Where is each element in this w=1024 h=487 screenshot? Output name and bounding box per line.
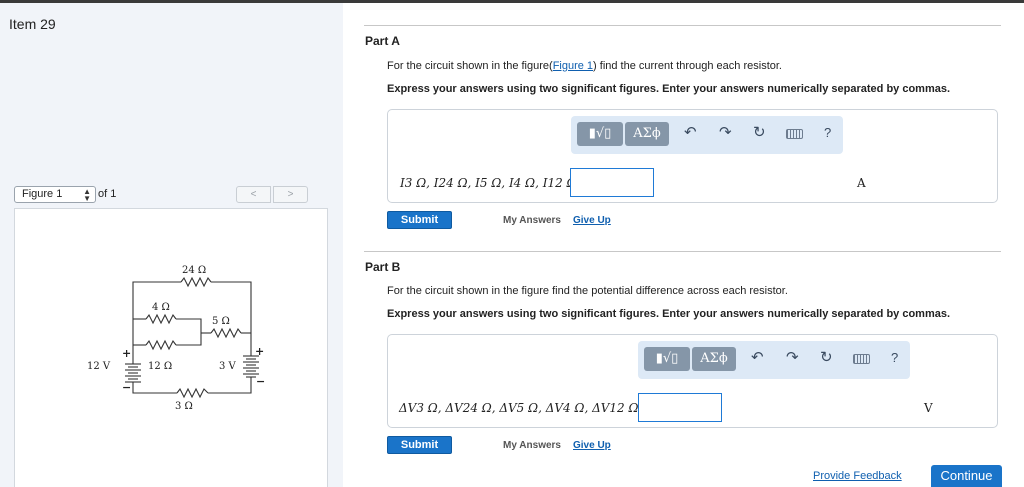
v3-minus-sign: − xyxy=(256,375,265,388)
part-a-submit-button[interactable]: Submit xyxy=(387,211,452,229)
part-b-answer-input[interactable] xyxy=(638,393,722,422)
reset-icon[interactable]: ↻ xyxy=(753,124,766,142)
part-b-my-answers-link[interactable]: My Answers xyxy=(503,440,561,451)
part-a-question-start: For the circuit shown in the figure( xyxy=(387,60,553,72)
label-r4: 4 Ω xyxy=(152,302,170,313)
label-r5: 5 Ω xyxy=(212,316,230,327)
next-figure-button[interactable]: > xyxy=(273,186,308,203)
v12-plus-sign: + xyxy=(122,347,131,360)
continue-button[interactable]: Continue xyxy=(931,465,1002,487)
part-a-answer-box: ▮√▯ ΑΣϕ ↶ ↷ ↻ ? I3 Ω, I24 Ω, I5 Ω, I4 Ω,… xyxy=(387,109,998,203)
select-arrows-icon: ▲ ▼ xyxy=(83,187,91,203)
part-b-give-up-link[interactable]: Give Up xyxy=(573,440,611,451)
v12-minus-sign: − xyxy=(122,381,131,394)
figure-count: of 1 xyxy=(98,188,117,200)
part-a-my-answers-link[interactable]: My Answers xyxy=(503,215,561,226)
part-b-divider xyxy=(364,251,1001,252)
part-a-question-end: ) find the current through each resistor… xyxy=(593,60,782,72)
keyboard-icon[interactable] xyxy=(786,129,803,139)
part-a-divider xyxy=(364,25,1001,26)
circuit-diagram: 24 Ω 4 Ω 5 Ω 12 Ω 3 Ω 12 V 3 V + − + − xyxy=(87,265,265,412)
part-a-instruction: Express your answers using two significa… xyxy=(387,83,951,95)
figure-1-link[interactable]: Figure 1 xyxy=(553,60,593,72)
keyboard-icon[interactable] xyxy=(853,354,870,364)
label-r24: 24 Ω xyxy=(182,265,206,276)
part-b-instruction: Express your answers using two significa… xyxy=(387,308,951,320)
label-r12: 12 Ω xyxy=(148,361,172,372)
label-v12: 12 V xyxy=(87,361,111,372)
item-title: Item 29 xyxy=(9,16,56,32)
help-button[interactable]: ? xyxy=(824,125,831,140)
undo-icon[interactable]: ↶ xyxy=(751,349,764,367)
symbols-button[interactable]: ΑΣϕ xyxy=(692,347,736,371)
part-a-formula-label: I3 Ω, I24 Ω, I5 Ω, I4 Ω, I12 Ω = xyxy=(400,176,591,190)
part-a-give-up-link[interactable]: Give Up xyxy=(573,215,611,226)
part-b-formula-label: ΔV3 Ω, ΔV24 Ω, ΔV5 Ω, ΔV4 Ω, ΔV12 Ω = xyxy=(399,401,653,415)
part-a-math-toolbar: ▮√▯ ΑΣϕ ↶ ↷ ↻ ? xyxy=(571,116,843,154)
part-a-unit: A xyxy=(857,176,866,190)
label-r3: 3 Ω xyxy=(175,401,193,412)
figure-toolbar: Figure 1 ▲ ▼ of 1 < > xyxy=(14,186,328,205)
undo-icon[interactable]: ↶ xyxy=(684,124,697,142)
redo-icon[interactable]: ↷ xyxy=(786,349,799,367)
templates-button[interactable]: ▮√▯ xyxy=(644,347,690,371)
question-panel: Part A For the circuit shown in the figu… xyxy=(343,3,1024,487)
part-b-unit: V xyxy=(924,401,933,415)
part-a-answer-input[interactable] xyxy=(570,168,654,197)
label-v3: 3 V xyxy=(219,361,237,372)
redo-icon[interactable]: ↷ xyxy=(719,124,732,142)
reset-icon[interactable]: ↻ xyxy=(820,349,833,367)
figure-box: 24 Ω 4 Ω 5 Ω 12 Ω 3 Ω 12 V 3 V + − + − xyxy=(14,208,328,487)
provide-feedback-link[interactable]: Provide Feedback xyxy=(813,470,902,482)
part-b-title: Part B xyxy=(365,260,401,274)
previous-figure-button[interactable]: < xyxy=(236,186,271,203)
part-b-question: For the circuit shown in the figure find… xyxy=(387,285,788,297)
part-b-submit-button[interactable]: Submit xyxy=(387,436,452,454)
figure-select-value: Figure 1 xyxy=(22,188,63,200)
part-b-answer-box: ▮√▯ ΑΣϕ ↶ ↷ ↻ ? ΔV3 Ω, ΔV24 Ω, ΔV5 Ω, ΔV… xyxy=(387,334,998,428)
figure-panel: Item 29 Figure 1 ▲ ▼ of 1 < > 24 Ω 4 Ω 5… xyxy=(0,3,343,487)
figure-select[interactable]: Figure 1 ▲ ▼ xyxy=(14,186,96,203)
help-button[interactable]: ? xyxy=(891,350,898,365)
symbols-button[interactable]: ΑΣϕ xyxy=(625,122,669,146)
part-b-math-toolbar: ▮√▯ ΑΣϕ ↶ ↷ ↻ ? xyxy=(638,341,910,379)
v3-plus-sign: + xyxy=(255,345,264,358)
templates-button[interactable]: ▮√▯ xyxy=(577,122,623,146)
part-a-question: For the circuit shown in the figure(Figu… xyxy=(387,60,782,72)
part-a-title: Part A xyxy=(365,34,400,48)
